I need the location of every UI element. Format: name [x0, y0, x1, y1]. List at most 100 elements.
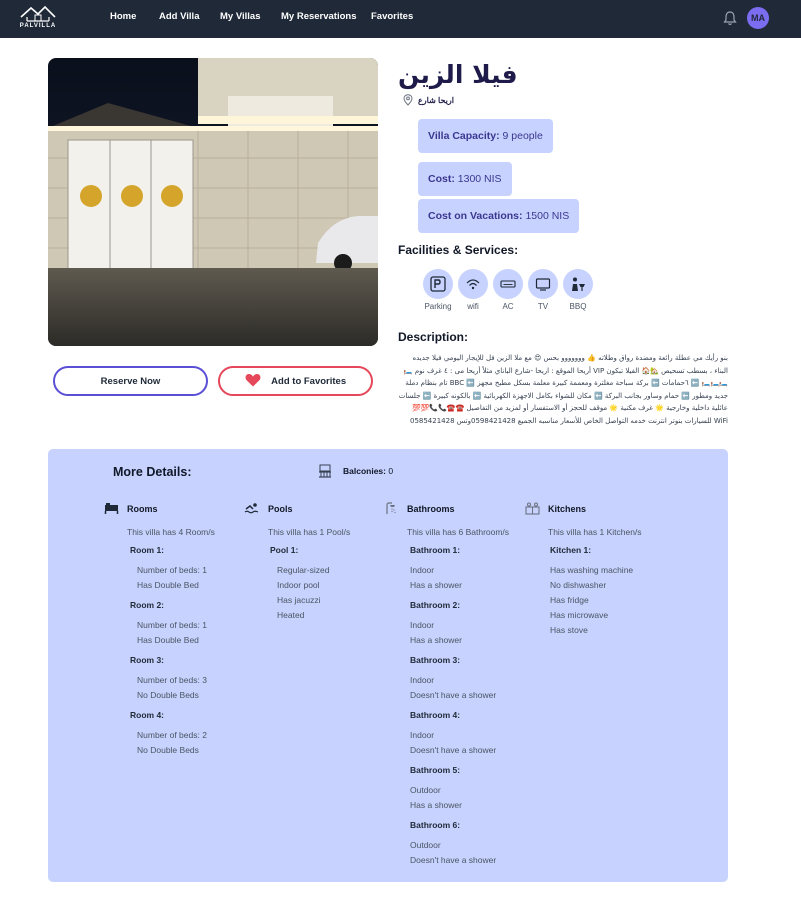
description-text: بنو رأيك مي عطلة رائعة ومضدة رواق وطلاته… — [398, 354, 728, 425]
bathroom-4-heading: Bathroom 4: — [410, 710, 461, 720]
bathroom-2-shower: Has a shower — [410, 635, 462, 645]
pool-1-location: Indoor pool — [277, 580, 320, 590]
pools-summary: This villa has 1 Pool/s — [268, 527, 351, 537]
nav-favorites[interactable]: Favorites — [371, 11, 413, 22]
bathroom-5-shower: Has a shower — [410, 800, 462, 810]
capacity-label: Villa Capacity: — [428, 130, 500, 142]
house-logo-icon — [20, 5, 56, 22]
reserve-now-label: Reserve Now — [100, 376, 161, 387]
nav-home[interactable]: Home — [110, 11, 136, 22]
villa-photo — [48, 58, 378, 346]
nav-my-reservations[interactable]: My Reservations — [281, 11, 357, 22]
bathroom-1-shower: Has a shower — [410, 580, 462, 590]
cost-value: 1300 NIS — [457, 173, 502, 185]
swimmer-icon — [244, 503, 259, 514]
kitchen-1-stove: Has stove — [550, 625, 588, 635]
parking-facility — [423, 269, 453, 299]
vacation-cost-value: 1500 NIS — [525, 210, 570, 222]
room-2-beds: Number of beds: 1 — [137, 620, 207, 630]
pool-1-heated: Heated — [277, 610, 305, 620]
bathroom-2-heading: Bathroom 2: — [410, 600, 461, 610]
kitchen-1-dishwasher: No dishwasher — [550, 580, 607, 590]
bathroom-2-location: Indoor — [410, 620, 435, 630]
nav-add-villa[interactable]: Add Villa — [159, 11, 199, 22]
more-details-panel: More Details: Balconies: 0 Rooms This vi… — [48, 449, 728, 882]
pool-1-size: Regular-sized — [277, 565, 330, 575]
kitchen-1-heading: Kitchen 1: — [550, 545, 592, 555]
bathroom-5-location: Outdoor — [410, 785, 441, 795]
bed-icon — [104, 503, 119, 514]
heart-icon — [245, 374, 261, 387]
room-3-beds: Number of beds: 3 — [137, 675, 207, 685]
shower-icon — [386, 502, 396, 514]
wifi-icon — [466, 279, 480, 290]
avatar[interactable]: MA — [747, 7, 769, 29]
capacity-box: Villa Capacity: 9 people — [418, 119, 553, 153]
balconies-label: Balconies: — [343, 466, 386, 476]
facilities-title: Facilities & Services: — [398, 243, 519, 257]
bathroom-4-shower: Doesn't have a shower — [410, 745, 497, 755]
bathroom-3-location: Indoor — [410, 675, 435, 685]
balconies-value: 0 — [388, 466, 394, 476]
villa-title: فيلا الزين — [398, 60, 518, 89]
balconies-info: Balconies: 0 — [343, 466, 393, 476]
bathrooms-summary: This villa has 6 Bathroom/s — [407, 527, 510, 537]
room-3-heading: Room 3: — [130, 655, 164, 665]
room-1-heading: Room 1: — [130, 545, 164, 555]
air-conditioner-icon — [500, 280, 516, 288]
pools-heading: Pools — [268, 504, 293, 514]
tv-icon — [535, 278, 551, 291]
reserve-now-button[interactable]: Reserve Now — [53, 366, 208, 396]
room-2-double: Has Double Bed — [137, 635, 199, 645]
pool-1-heading: Pool 1: — [270, 545, 299, 555]
parking-label: Parking — [424, 302, 452, 311]
more-details-title: More Details: — [113, 465, 192, 479]
bell-icon[interactable] — [723, 10, 737, 26]
ac-label: AC — [502, 302, 514, 311]
bathroom-3-shower: Doesn't have a shower — [410, 690, 497, 700]
add-to-favorites-label: Add to Favorites — [271, 376, 347, 387]
description-title: Description: — [398, 330, 469, 344]
capacity-value: 9 people — [502, 130, 543, 142]
ac-facility — [493, 269, 523, 299]
pool-1-jacuzzi: Has jacuzzi — [277, 595, 321, 605]
navbar: PALVILLA Home Add Villa My Villas My Res… — [0, 0, 801, 38]
nav-my-villas[interactable]: My Villas — [220, 11, 261, 22]
kitchen-icon — [525, 502, 540, 515]
bathroom-1-location: Indoor — [410, 565, 435, 575]
bathroom-6-location: Outdoor — [410, 840, 441, 850]
bathroom-5-heading: Bathroom 5: — [410, 765, 461, 775]
rooms-summary: This villa has 4 Room/s — [127, 527, 215, 537]
vacation-cost-label: Cost on Vacations: — [428, 210, 523, 222]
logo-text: PALVILLA — [19, 23, 57, 29]
cost-label: Cost: — [428, 173, 455, 185]
kitchens-summary: This villa has 1 Kitchen/s — [548, 527, 642, 537]
bbq-facility — [563, 269, 593, 299]
rooms-heading: Rooms — [127, 504, 158, 514]
tv-facility — [528, 269, 558, 299]
vacation-cost-box: Cost on Vacations: 1500 NIS — [418, 199, 580, 233]
room-4-double: No Double Beds — [137, 745, 199, 755]
bbq-label: BBQ — [569, 302, 587, 311]
cost-box: Cost: 1300 NIS — [418, 162, 512, 196]
room-4-beds: Number of beds: 2 — [137, 730, 207, 740]
tv-label: TV — [537, 302, 549, 311]
parking-icon — [430, 276, 446, 292]
add-to-favorites-button[interactable]: Add to Favorites — [218, 366, 373, 396]
room-2-heading: Room 2: — [130, 600, 164, 610]
villa-location: اريحا شارع — [418, 96, 454, 105]
room-3-double: No Double Beds — [137, 690, 199, 700]
bathrooms-heading: Bathrooms — [407, 504, 455, 514]
kitchen-1-washing: Has washing machine — [550, 565, 634, 575]
bathroom-1-heading: Bathroom 1: — [410, 545, 461, 555]
room-4-heading: Room 4: — [130, 710, 164, 720]
kitchens-heading: Kitchens — [548, 504, 587, 514]
bathroom-6-heading: Bathroom 6: — [410, 820, 461, 830]
room-1-beds: Number of beds: 1 — [137, 565, 207, 575]
wifi-label: wifi — [467, 302, 479, 311]
location-pin-icon — [403, 94, 413, 106]
kitchen-1-fridge: Has fridge — [550, 595, 589, 605]
logo[interactable]: PALVILLA — [15, 3, 61, 33]
bathroom-6-shower: Doesn't have a shower — [410, 855, 497, 865]
bathroom-3-heading: Bathroom 3: — [410, 655, 461, 665]
